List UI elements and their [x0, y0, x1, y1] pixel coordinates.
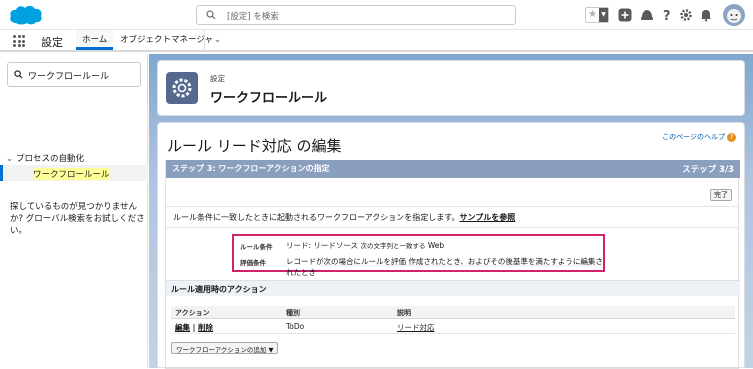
page-title: ワークフロールール [210, 91, 328, 106]
row-type: ToDo [286, 322, 305, 331]
global-header: [設定] を検索 ★ ▼ ? [0, 0, 753, 30]
add-icon[interactable] [618, 8, 632, 22]
chevron-down-icon: ⌄ [6, 154, 14, 164]
global-search-input[interactable]: [設定] を検索 [196, 5, 516, 25]
user-avatar[interactable] [723, 4, 745, 26]
quick-find-value: ワークフロールール [28, 72, 110, 82]
salesforce-logo[interactable] [8, 3, 44, 27]
app-nav-bar: 設定 ホーム オブジェクトマネージャ ⌄ [0, 30, 753, 52]
app-name: 設定 [41, 36, 63, 49]
rule-criteria-value: リード: リードソース 次の文字列と一致する Web [286, 240, 444, 251]
column-header-action: アクション [175, 309, 210, 317]
sidebar-item-workflow-rules[interactable]: ワークフロールール [0, 165, 148, 181]
sidebar-item-label: プロセスの自動化 [16, 154, 85, 164]
sidebar-item-label: ワークフロールール [33, 168, 110, 180]
rule-criteria-label: ルール条件 [240, 243, 273, 251]
gear-icon[interactable] [679, 8, 693, 22]
eval-criteria-value: レコードが次の場合にルールを評価 作成されたとき、およびその後基準を満たすように… [286, 257, 603, 277]
search-icon [206, 10, 216, 20]
page-header: 設定 ワークフロールール [157, 60, 745, 116]
column-header-type: 種別 [286, 309, 300, 317]
divider [166, 227, 740, 228]
search-icon [14, 70, 23, 79]
rule-editor-panel: ルール リード対応 の編集 このページのヘルプ? ステップ 3: ワークフローア… [157, 122, 745, 369]
help-link-label[interactable]: このページのヘルプ [662, 133, 725, 141]
app-launcher-icon[interactable] [13, 35, 25, 47]
favorites-dropdown-icon[interactable]: ▼ [599, 8, 608, 22]
actions-section-header: ルール適用時のアクション [166, 280, 740, 296]
step-header: ステップ 3: ワークフローアクションの指定 ステップ 3/3 [166, 160, 740, 178]
favorites-button[interactable]: ★ ▼ [585, 7, 609, 23]
row-actions: 編集 | 削除 [175, 322, 213, 333]
editor-title: ルール リード対応 の編集 [167, 137, 342, 155]
section-title: ルール適用時のアクション [171, 285, 267, 294]
column-header-description: 説明 [397, 309, 411, 317]
help-icon[interactable]: ? [660, 8, 674, 22]
chevron-down-icon[interactable]: ⌄ [204, 30, 230, 50]
bell-icon[interactable] [699, 8, 713, 22]
row-description: リード対応 [397, 322, 435, 333]
main-content: 設定 ワークフロールール ルール リード対応 の編集 このページのヘルプ? ステ… [149, 54, 753, 369]
setup-sidebar: ワークフロールール ⌄ プロセスの自動化 ワークフロールール 探しているものが見つ… [0, 54, 148, 368]
rule-criteria-term: Web [427, 241, 445, 250]
sample-link[interactable]: サンプルを参照 [459, 213, 515, 222]
step-panel: ステップ 3: ワークフローアクションの指定 ステップ 3/3 完了 ルール条件… [165, 160, 740, 369]
done-button[interactable]: 完了 [710, 189, 732, 201]
not-found-hint: 探しているものが見つかりませんか? グローバル検索をお試しください。 [10, 202, 145, 236]
eval-criteria-label: 評価条件 [240, 259, 266, 267]
add-workflow-action-button[interactable]: ワークフローアクションの追加 ▼ [171, 342, 279, 354]
sidebar-item-process-automation[interactable]: ⌄ プロセスの自動化 [6, 152, 84, 164]
trailhead-icon[interactable] [640, 8, 654, 22]
edit-link[interactable]: 編集 [175, 323, 190, 332]
task-link[interactable]: リード対応 [397, 323, 435, 332]
rule-criteria-box: ルール条件 リード: リードソース 次の文字列と一致する Web 評価条件 レコ… [232, 234, 605, 277]
table-row: 編集 | 削除 ToDo リード対応 [171, 319, 735, 334]
step-label: ステップ 3: ワークフローアクションの指定 [172, 164, 330, 173]
help-icon[interactable]: ? [727, 132, 736, 142]
quick-find-input[interactable]: ワークフロールール [7, 62, 141, 87]
tab-home[interactable]: ホーム [76, 30, 114, 50]
search-placeholder: [設定] を検索 [227, 12, 279, 22]
step-description: ルール条件に一致したときに起動されるワークフローアクションを指定します。サンプル… [173, 212, 515, 223]
description-text: ルール条件に一致したときに起動されるワークフローアクションを指定します。 [173, 213, 460, 222]
delete-link[interactable]: 削除 [198, 323, 213, 332]
divider [166, 206, 740, 207]
page-kicker: 設定 [210, 74, 225, 83]
rule-criteria-operator: 次の文字列と一致する [360, 242, 426, 250]
action-separator: | [192, 323, 196, 332]
help-link[interactable]: このページのヘルプ? [662, 132, 736, 142]
rule-criteria-main: リード: リードソース [286, 241, 359, 250]
avatar-icon [727, 9, 741, 23]
star-icon: ★ [588, 9, 597, 20]
table-header: アクション 種別 説明 [171, 306, 735, 319]
setup-gear-icon [166, 72, 198, 104]
step-count: ステップ 3/3 [682, 165, 734, 175]
svg-text:?: ? [663, 9, 671, 22]
